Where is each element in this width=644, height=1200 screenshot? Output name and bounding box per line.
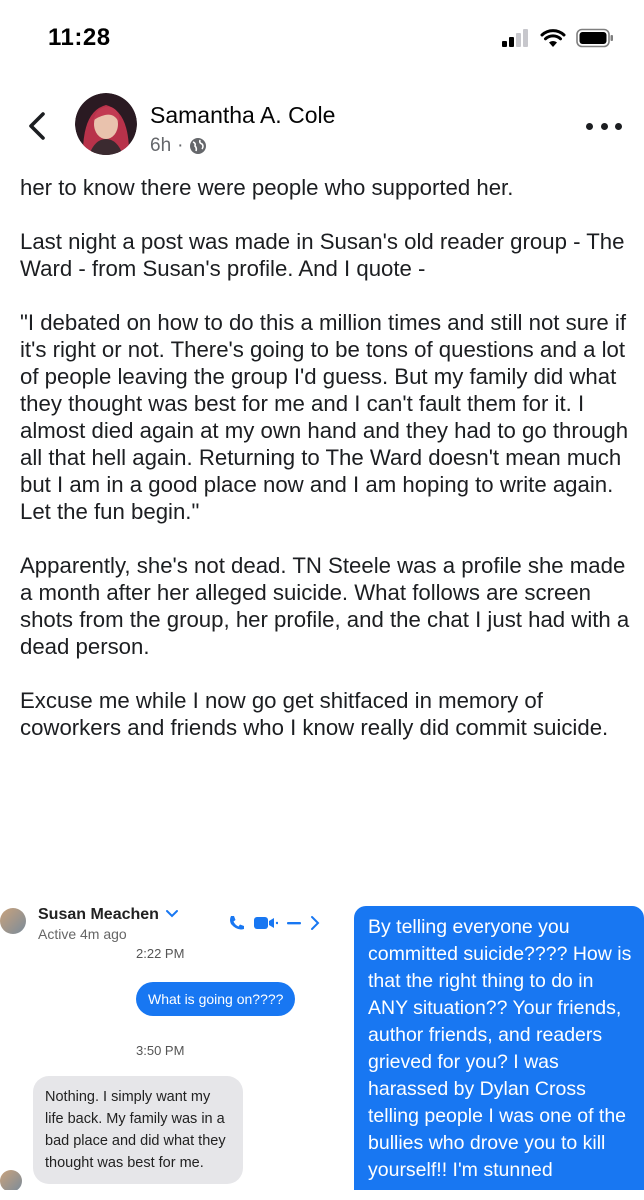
sent-message-bubble-large: By telling everyone you committed suicid… (354, 906, 644, 1200)
minimize-icon (287, 922, 301, 925)
back-button[interactable] (22, 108, 52, 144)
chat-screenshot-right[interactable]: By telling everyone you committed suicid… (326, 900, 644, 1200)
post-time[interactable]: 6h (150, 135, 171, 157)
wifi-icon (540, 29, 566, 47)
bottom-edge (0, 1190, 644, 1200)
status-time: 11:28 (48, 24, 111, 51)
contact-avatar-small (0, 1170, 22, 1192)
post-meta: 6h · (150, 135, 207, 157)
contact-status: Active 4m ago (38, 926, 127, 942)
sent-message-bubble: What is going on???? (136, 982, 296, 1016)
phone-icon (230, 916, 244, 930)
post-header: Samantha A. Cole 6h · (0, 80, 644, 176)
received-message-bubble: Nothing. I simply want my life back. My … (33, 1076, 243, 1184)
more-dot-icon (600, 122, 608, 130)
chat-screenshot-left[interactable]: Susan Meachen Active 4m ago 2:22 PM What… (0, 900, 322, 1200)
author-name[interactable]: Samantha A. Cole (150, 102, 335, 129)
globe-icon (190, 138, 207, 154)
contact-name: Susan Meachen (38, 906, 159, 923)
chevron-left-icon (29, 112, 45, 140)
post-paragraph: Apparently, she's not dead. TN Steele wa… (20, 553, 630, 659)
more-options-button[interactable] (586, 116, 622, 136)
more-dot-icon (586, 122, 593, 130)
status-bar: 11:28 (0, 0, 644, 80)
message-timestamp: 2:22 PM (136, 946, 185, 961)
post-paragraph: Last night a post was made in Susan's ol… (20, 229, 625, 281)
contact-avatar (0, 908, 26, 934)
author-avatar[interactable] (75, 93, 137, 155)
chevron-right-icon (311, 916, 320, 930)
meta-separator: · (177, 135, 184, 156)
post-paragraph: Excuse me while I now go get shitfaced i… (20, 688, 609, 740)
video-camera-icon (254, 917, 278, 929)
chevron-down-icon (166, 910, 178, 918)
chat-actions (228, 914, 320, 932)
battery-icon (576, 28, 613, 48)
post-body: her to know there were people who suppor… (20, 174, 632, 768)
post-images[interactable]: Susan Meachen Active 4m ago 2:22 PM What… (0, 900, 644, 1200)
post-paragraph: "I debated on how to do this a million t… (20, 310, 629, 524)
post-paragraph: her to know there were people who suppor… (20, 175, 514, 200)
status-icons (502, 28, 614, 48)
cellular-signal-icon (502, 29, 528, 47)
message-timestamp: 3:50 PM (136, 1043, 185, 1058)
more-dot-icon (615, 122, 622, 130)
